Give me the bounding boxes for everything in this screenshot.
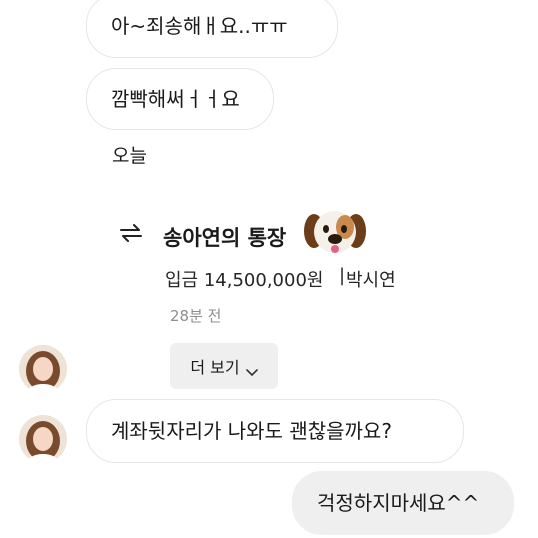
avatar[interactable] [19,415,67,463]
transfer-arrows-icon [119,223,143,243]
dog-emoji-icon [302,207,368,257]
message-text: 아~죄송해ㅐ요..ㅠㅠ [111,14,288,38]
avatar[interactable] [19,345,67,393]
transfer-sender: 박시연 [346,270,396,291]
transfer-amount: 입금 14,500,000원 [165,270,324,291]
message-text: 걱정하지마세요^^ [317,491,480,515]
more-label: 더 보기 [190,358,240,377]
message-text: 계좌뒷자리가 나와도 괜찮을까요? [111,419,392,443]
message-bubble-outgoing[interactable]: 걱정하지마세요^^ [292,471,514,535]
message-bubble-incoming[interactable]: 계좌뒷자리가 나와도 괜찮을까요? [86,399,464,463]
transfer-separator: | [339,265,346,286]
message-bubble-incoming[interactable]: 아~죄송해ㅐ요..ㅠㅠ [86,0,338,58]
day-label: 오늘 [112,145,147,167]
chevron-down-icon [245,362,258,377]
more-button[interactable]: 더 보기 [170,343,278,389]
message-text: 깜빡해써ㅓㅓ요 [111,87,240,111]
transfer-time: 28분 전 [170,307,222,325]
transfer-title: 송아연의 통장 [163,226,287,250]
message-bubble-incoming[interactable]: 깜빡해써ㅓㅓ요 [86,68,274,130]
